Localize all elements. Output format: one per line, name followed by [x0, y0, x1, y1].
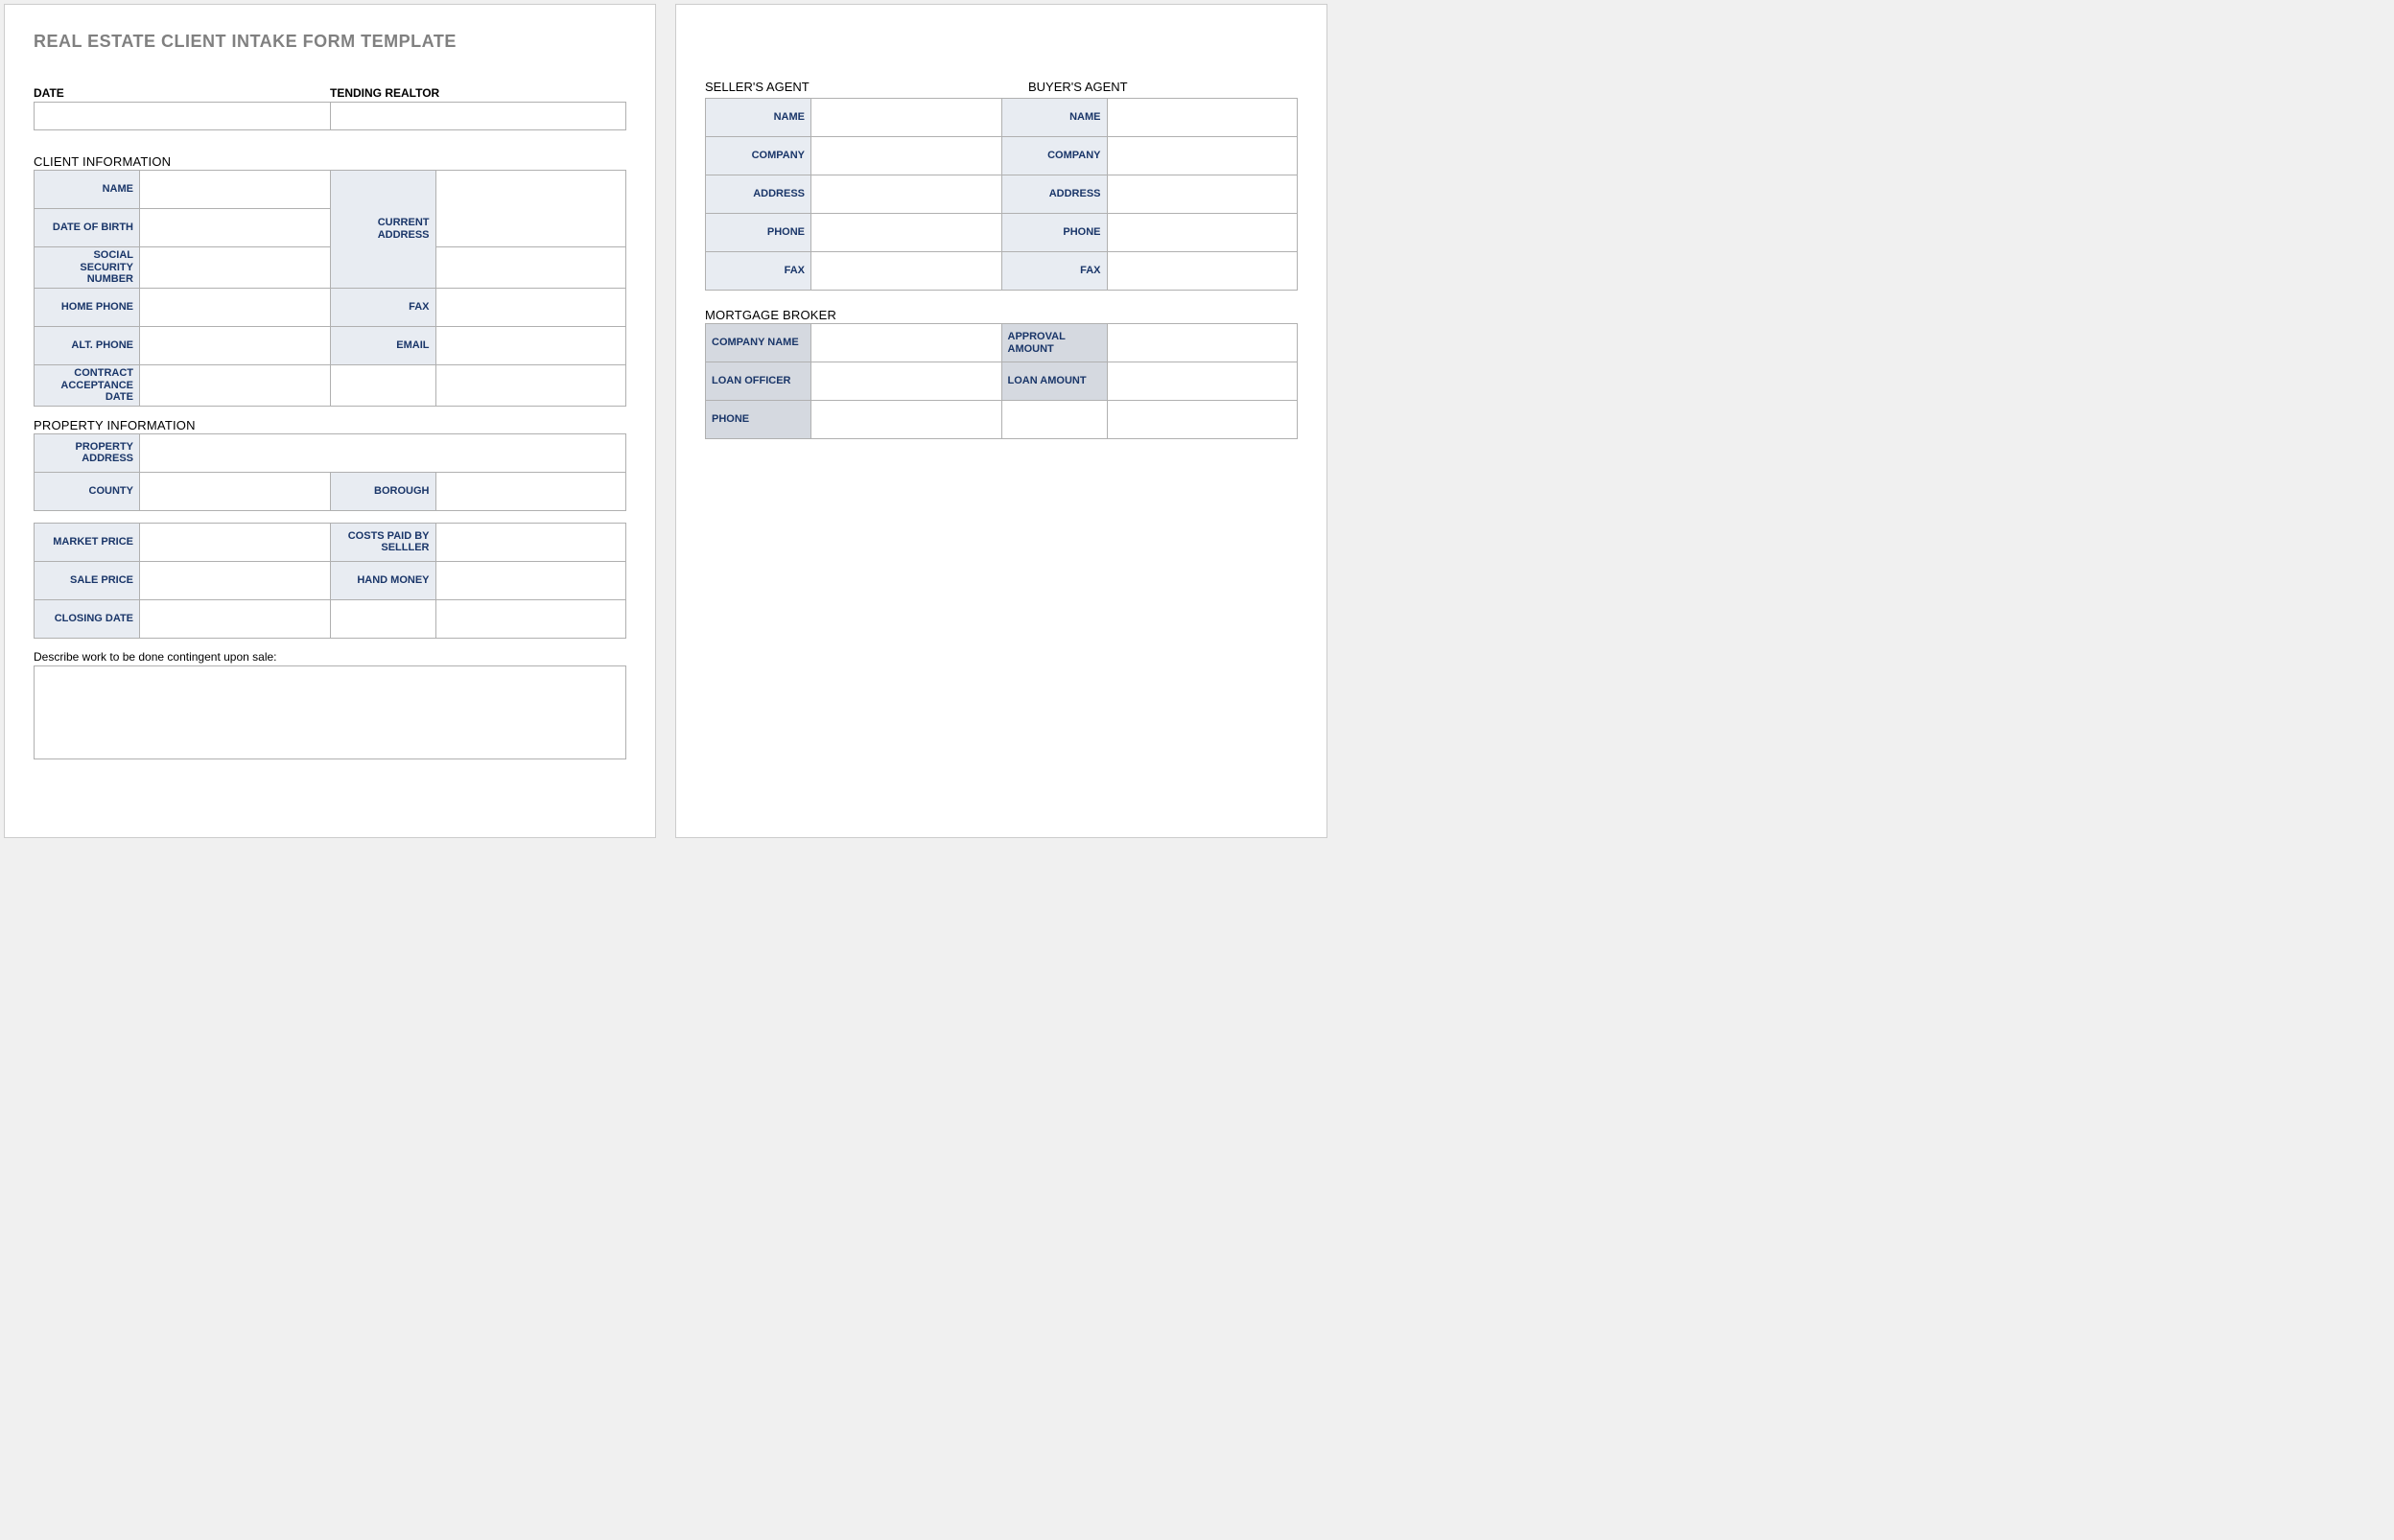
sellers-agent-heading: SELLER'S AGENT	[705, 80, 1001, 94]
hand-money-input[interactable]	[435, 561, 626, 599]
hand-money-label: HAND MONEY	[330, 561, 435, 599]
loan-officer-input[interactable]	[811, 362, 1002, 401]
current-address-input-1[interactable]	[435, 171, 626, 247]
client-info-table: NAME CURRENT ADDRESS DATE OF BIRTH SOCIA…	[34, 170, 626, 407]
seller-phone-input[interactable]	[811, 214, 1002, 252]
buyer-fax-input[interactable]	[1107, 252, 1298, 291]
describe-work-input[interactable]	[34, 665, 626, 759]
buyers-agent-heading: BUYER'S AGENT	[1001, 80, 1298, 94]
email-label: EMAIL	[330, 326, 435, 364]
alt-phone-label: ALT. PHONE	[35, 326, 140, 364]
seller-fax-input[interactable]	[811, 252, 1002, 291]
county-input[interactable]	[140, 472, 331, 510]
property-info-heading: PROPERTY INFORMATION	[34, 418, 626, 432]
market-price-label: MARKET PRICE	[35, 523, 140, 561]
seller-name-label: NAME	[706, 99, 811, 137]
market-price-input[interactable]	[140, 523, 331, 561]
tending-realtor-input[interactable]	[330, 102, 626, 130]
date-input[interactable]	[34, 102, 330, 130]
approval-amount-label: APPROVAL AMOUNT	[1001, 324, 1107, 362]
seller-address-input[interactable]	[811, 175, 1002, 214]
seller-address-label: ADDRESS	[706, 175, 811, 214]
borough-input[interactable]	[435, 472, 626, 510]
name-input[interactable]	[140, 171, 331, 209]
ssn-label: SOCIAL SECURITY NUMBER	[35, 247, 140, 289]
home-phone-label: HOME PHONE	[35, 288, 140, 326]
loan-officer-label: LOAN OFFICER	[706, 362, 811, 401]
contract-date-label: CONTRACT ACCEPTANCE DATE	[35, 364, 140, 406]
seller-fax-label: FAX	[706, 252, 811, 291]
closing-date-input[interactable]	[140, 599, 331, 638]
seller-phone-label: PHONE	[706, 214, 811, 252]
buyer-name-input[interactable]	[1107, 99, 1298, 137]
agents-table: NAME NAME COMPANY COMPANY ADDRESS ADDRES…	[705, 98, 1298, 291]
home-phone-input[interactable]	[140, 288, 331, 326]
mortgage-broker-heading: MORTGAGE BROKER	[705, 308, 1298, 322]
name-label: NAME	[35, 171, 140, 209]
seller-company-label: COMPANY	[706, 137, 811, 175]
broker-phone-input[interactable]	[811, 401, 1002, 439]
loan-amount-label: LOAN AMOUNT	[1001, 362, 1107, 401]
buyer-address-label: ADDRESS	[1001, 175, 1107, 214]
alt-phone-input[interactable]	[140, 326, 331, 364]
property-address-input[interactable]	[140, 433, 626, 472]
buyer-address-input[interactable]	[1107, 175, 1298, 214]
dob-input[interactable]	[140, 209, 331, 247]
dob-label: DATE OF BIRTH	[35, 209, 140, 247]
seller-name-input[interactable]	[811, 99, 1002, 137]
property-address-table: PROPERTY ADDRESS COUNTY BOROUGH	[34, 433, 626, 511]
broker-company-label: COMPANY NAME	[706, 324, 811, 362]
current-address-label: CURRENT ADDRESS	[330, 171, 435, 289]
contract-date-input[interactable]	[140, 364, 331, 406]
loan-amount-input[interactable]	[1107, 362, 1298, 401]
sale-price-label: SALE PRICE	[35, 561, 140, 599]
current-address-input-2[interactable]	[435, 247, 626, 289]
ssn-input[interactable]	[140, 247, 331, 289]
borough-label: BOROUGH	[330, 472, 435, 510]
tending-realtor-label: TENDING REALTOR	[330, 86, 626, 100]
broker-company-input[interactable]	[811, 324, 1002, 362]
property-address-label: PROPERTY ADDRESS	[35, 433, 140, 472]
page-2: SELLER'S AGENT BUYER'S AGENT NAME NAME C…	[675, 4, 1327, 838]
sale-price-input[interactable]	[140, 561, 331, 599]
agent-headings: SELLER'S AGENT BUYER'S AGENT	[705, 80, 1298, 94]
page-1: REAL ESTATE CLIENT INTAKE FORM TEMPLATE …	[4, 4, 656, 838]
date-label: DATE	[34, 86, 330, 100]
buyer-name-label: NAME	[1001, 99, 1107, 137]
buyer-phone-input[interactable]	[1107, 214, 1298, 252]
fax-label: FAX	[330, 288, 435, 326]
mortgage-broker-table: COMPANY NAME APPROVAL AMOUNT LOAN OFFICE…	[705, 323, 1298, 439]
seller-company-input[interactable]	[811, 137, 1002, 175]
client-info-heading: CLIENT INFORMATION	[34, 154, 626, 169]
buyer-company-label: COMPANY	[1001, 137, 1107, 175]
county-label: COUNTY	[35, 472, 140, 510]
email-input[interactable]	[435, 326, 626, 364]
buyer-fax-label: FAX	[1001, 252, 1107, 291]
broker-phone-label: PHONE	[706, 401, 811, 439]
describe-work-label: Describe work to be done contingent upon…	[34, 650, 626, 664]
property-price-table: MARKET PRICE COSTS PAID BY SELLLER SALE …	[34, 523, 626, 639]
buyer-phone-label: PHONE	[1001, 214, 1107, 252]
fax-input[interactable]	[435, 288, 626, 326]
form-title: REAL ESTATE CLIENT INTAKE FORM TEMPLATE	[34, 32, 626, 52]
closing-date-label: CLOSING DATE	[35, 599, 140, 638]
approval-amount-input[interactable]	[1107, 324, 1298, 362]
costs-paid-input[interactable]	[435, 523, 626, 561]
buyer-company-input[interactable]	[1107, 137, 1298, 175]
costs-paid-label: COSTS PAID BY SELLLER	[330, 523, 435, 561]
header-row: DATE TENDING REALTOR	[34, 86, 626, 130]
